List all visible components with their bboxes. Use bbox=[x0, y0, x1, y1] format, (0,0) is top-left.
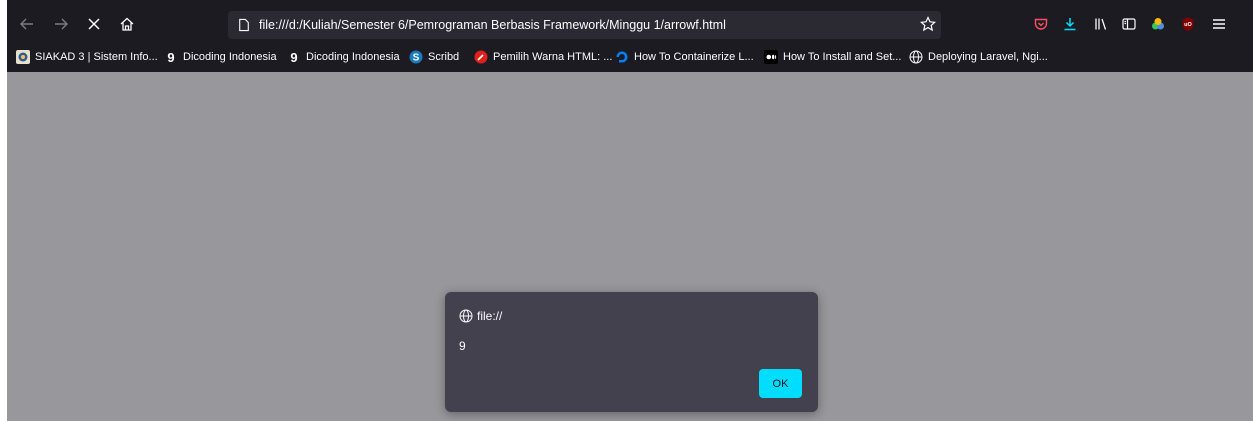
sidebar-icon bbox=[1122, 18, 1136, 30]
star-icon bbox=[920, 16, 936, 32]
downloads-button[interactable] bbox=[1057, 10, 1083, 38]
app-menu-button[interactable] bbox=[1206, 10, 1232, 38]
alert-dialog: file:// 9 OK bbox=[445, 292, 818, 412]
bookmarks-toolbar: SIAKAD 3 | Sistem Info... 9 Dicoding Ind… bbox=[7, 46, 1253, 68]
globe-icon bbox=[459, 309, 473, 323]
scribd-icon: S bbox=[409, 50, 423, 64]
siakad-icon bbox=[16, 50, 30, 64]
back-button[interactable] bbox=[14, 10, 40, 38]
dialog-message: 9 bbox=[459, 339, 466, 353]
pocket-button[interactable] bbox=[1028, 10, 1054, 38]
arrow-right-icon bbox=[55, 18, 68, 30]
forward-button[interactable] bbox=[48, 10, 74, 38]
library-button[interactable] bbox=[1088, 10, 1114, 38]
arrow-left-icon bbox=[20, 18, 33, 30]
browser-window: file:///d:/Kuliah/Semester 6/Pemrograman… bbox=[7, 0, 1253, 421]
dicoding-icon: 9 bbox=[164, 50, 178, 64]
hamburger-menu-icon bbox=[1213, 19, 1225, 29]
extension-icon bbox=[1152, 18, 1164, 30]
download-icon bbox=[1064, 18, 1076, 31]
ublock-button[interactable]: uO bbox=[1175, 10, 1201, 38]
svg-text:9: 9 bbox=[167, 50, 174, 64]
dialog-origin: file:// bbox=[459, 308, 502, 324]
url-text: file:///d:/Kuliah/Semester 6/Pemrograman… bbox=[259, 18, 726, 32]
home-button[interactable] bbox=[114, 10, 140, 38]
navigation-toolbar: file:///d:/Kuliah/Semester 6/Pemrograman… bbox=[7, 10, 1253, 39]
globe-icon bbox=[909, 50, 923, 64]
home-icon bbox=[120, 17, 134, 31]
bookmark-item[interactable]: How To Install and Set... bbox=[764, 46, 901, 68]
dicoding-icon: 9 bbox=[287, 50, 301, 64]
bookmark-item[interactable]: SIAKAD 3 | Sistem Info... bbox=[16, 46, 158, 68]
bookmark-item[interactable]: Deploying Laravel, Ngi... bbox=[909, 46, 1048, 68]
bookmark-item[interactable]: How To Containerize L... bbox=[615, 46, 754, 68]
digitalocean-icon bbox=[615, 50, 629, 64]
bookmark-item[interactable]: S Scribd bbox=[409, 46, 459, 68]
stop-loading-button[interactable] bbox=[81, 10, 107, 38]
medium-icon bbox=[764, 50, 778, 64]
library-icon bbox=[1095, 18, 1107, 30]
close-icon bbox=[88, 18, 100, 30]
extension-button[interactable] bbox=[1145, 10, 1171, 38]
ublock-icon: uO bbox=[1182, 17, 1194, 31]
address-bar[interactable]: file:///d:/Kuliah/Semester 6/Pemrograman… bbox=[228, 11, 941, 39]
page-icon bbox=[236, 16, 252, 34]
bookmark-star-button[interactable] bbox=[916, 11, 940, 37]
color-picker-icon bbox=[474, 50, 488, 64]
svg-text:S: S bbox=[413, 53, 420, 64]
page-content-overlay: file:// 9 OK bbox=[7, 72, 1253, 421]
svg-text:uO: uO bbox=[1184, 22, 1192, 28]
svg-text:9: 9 bbox=[290, 50, 297, 64]
ok-button[interactable]: OK bbox=[759, 369, 802, 398]
bookmark-item[interactable]: Pemilih Warna HTML: ... bbox=[474, 46, 612, 68]
dialog-origin-text: file:// bbox=[477, 309, 503, 323]
bookmark-item[interactable]: 9 Dicoding Indonesia bbox=[287, 46, 399, 68]
pocket-icon bbox=[1034, 18, 1048, 30]
sidebar-button[interactable] bbox=[1116, 10, 1142, 38]
bookmark-item[interactable]: 9 Dicoding Indonesia bbox=[164, 46, 276, 68]
